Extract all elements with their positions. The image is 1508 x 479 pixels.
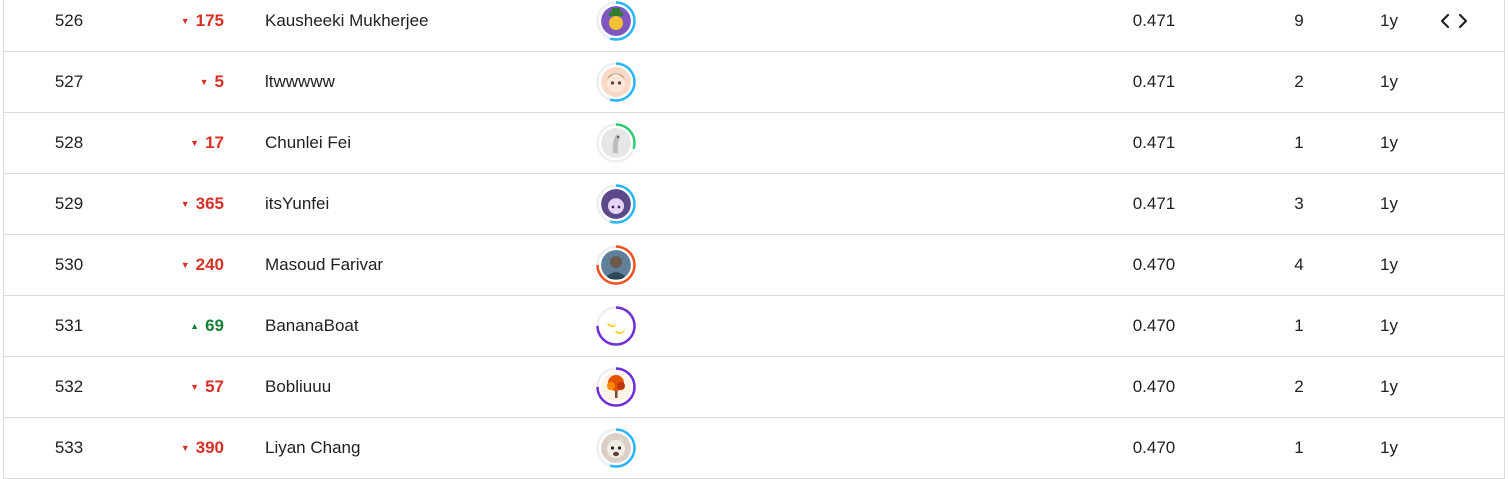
team-name[interactable]: Chunlei Fei [265, 113, 565, 173]
avatar[interactable] [596, 52, 640, 112]
anime-girl-avatar [596, 62, 636, 102]
rank-cell: 527 [54, 72, 84, 91]
table-row[interactable]: 532 ▼ 57 Bobliuuu 0.470 2 1y [4, 357, 1504, 418]
triangle-up-icon: ▲ [190, 320, 200, 331]
triangle-down-icon: ▼ [190, 137, 200, 148]
rank-change: ▼ 390 [164, 418, 234, 478]
owl-hat-avatar [596, 1, 636, 41]
avatar[interactable] [596, 174, 640, 234]
banana-avatar [596, 306, 636, 346]
rank-cell: 529 [54, 194, 84, 213]
last-submission-cell: 1y [1380, 133, 1398, 152]
triangle-down-icon: ▼ [180, 259, 190, 270]
rank-change-value: 5 [214, 72, 224, 91]
table-row[interactable]: 529 ▼ 365 itsYunfei 0.471 3 1y [4, 174, 1504, 235]
rank-change-value: 365 [195, 194, 224, 213]
triangle-down-icon: ▼ [180, 442, 190, 453]
entries-cell: 4 [1294, 255, 1304, 274]
rank-change: ▼ 365 [164, 174, 234, 234]
table-row[interactable]: 533 ▼ 390 Liyan Chang 0.470 1 1y [4, 418, 1504, 479]
last-submission-cell: 1y [1380, 194, 1398, 213]
rank-cell: 530 [54, 255, 84, 274]
team-name[interactable]: itsYunfei [265, 174, 565, 234]
avatar[interactable] [596, 113, 640, 173]
table-row[interactable]: 527 ▼ 5 ltwwwww 0.471 2 1y [4, 52, 1504, 113]
rank-change-value: 57 [205, 377, 224, 396]
leaderboard-table: 526 ▼ 175 Kausheeki Mukherjee 0.471 9 1y 527 ▼ 5 l… [3, 0, 1505, 479]
entries-cell: 1 [1294, 316, 1304, 335]
rank-change-value: 17 [205, 133, 224, 152]
score-cell: 0.471 [1132, 72, 1176, 91]
avatar[interactable] [596, 0, 640, 51]
entries-cell: 3 [1294, 194, 1304, 213]
entries-cell: 2 [1294, 377, 1304, 396]
triangle-down-icon: ▼ [180, 15, 190, 26]
anime-purple-avatar [596, 184, 636, 224]
team-name[interactable]: Kausheeki Mukherjee [265, 0, 565, 51]
score-cell: 0.470 [1132, 316, 1176, 335]
rank-change: ▼ 57 [164, 357, 234, 417]
score-cell: 0.471 [1132, 133, 1176, 152]
entries-cell: 2 [1294, 72, 1304, 91]
rank-cell: 526 [54, 11, 84, 30]
triangle-down-icon: ▼ [190, 381, 200, 392]
entries-cell: 9 [1294, 11, 1304, 30]
rank-change: ▲ 69 [164, 296, 234, 356]
triangle-down-icon: ▼ [180, 198, 190, 209]
avatar[interactable] [596, 357, 640, 417]
score-cell: 0.470 [1132, 255, 1176, 274]
avatar[interactable] [596, 235, 640, 295]
rank-cell: 533 [54, 438, 84, 457]
score-cell: 0.470 [1132, 438, 1176, 457]
rank-change: ▼ 17 [164, 113, 234, 173]
last-submission-cell: 1y [1380, 72, 1398, 91]
rank-change: ▼ 175 [164, 0, 234, 51]
person-photo-avatar [596, 245, 636, 285]
rank-change-value: 175 [195, 11, 224, 30]
team-name[interactable]: Bobliuuu [265, 357, 565, 417]
avatar[interactable] [596, 418, 640, 478]
table-row[interactable]: 526 ▼ 175 Kausheeki Mukherjee 0.471 9 1y [4, 0, 1504, 52]
rank-change: ▼ 5 [164, 52, 234, 112]
cat-avatar [596, 428, 636, 468]
table-row[interactable]: 530 ▼ 240 Masoud Farivar 0.470 4 1y [4, 235, 1504, 296]
rank-cell: 531 [54, 316, 84, 335]
last-submission-cell: 1y [1380, 316, 1398, 335]
table-row[interactable]: 531 ▲ 69 BananaBoat 0.470 1 1y [4, 296, 1504, 357]
rank-change-value: 390 [195, 438, 224, 457]
score-cell: 0.471 [1132, 11, 1176, 30]
team-name[interactable]: ltwwwww [265, 52, 565, 112]
code-icon[interactable] [1434, 0, 1474, 51]
last-submission-cell: 1y [1380, 377, 1398, 396]
avatar[interactable] [596, 296, 640, 356]
rank-change-value: 69 [205, 316, 224, 335]
autumn-tree-avatar [596, 367, 636, 407]
last-submission-cell: 1y [1380, 11, 1398, 30]
rank-cell: 528 [54, 133, 84, 152]
score-cell: 0.470 [1132, 377, 1176, 396]
table-row[interactable]: 528 ▼ 17 Chunlei Fei 0.471 1 1y [4, 113, 1504, 174]
last-submission-cell: 1y [1380, 255, 1398, 274]
score-cell: 0.471 [1132, 194, 1176, 213]
rank-change-value: 240 [195, 255, 224, 274]
goose-avatar [596, 123, 636, 163]
last-submission-cell: 1y [1380, 438, 1398, 457]
team-name[interactable]: Liyan Chang [265, 418, 565, 478]
entries-cell: 1 [1294, 438, 1304, 457]
team-name[interactable]: BananaBoat [265, 296, 565, 356]
team-name[interactable]: Masoud Farivar [265, 235, 565, 295]
rank-cell: 532 [54, 377, 84, 396]
rank-change: ▼ 240 [164, 235, 234, 295]
entries-cell: 1 [1294, 133, 1304, 152]
triangle-down-icon: ▼ [199, 76, 209, 87]
